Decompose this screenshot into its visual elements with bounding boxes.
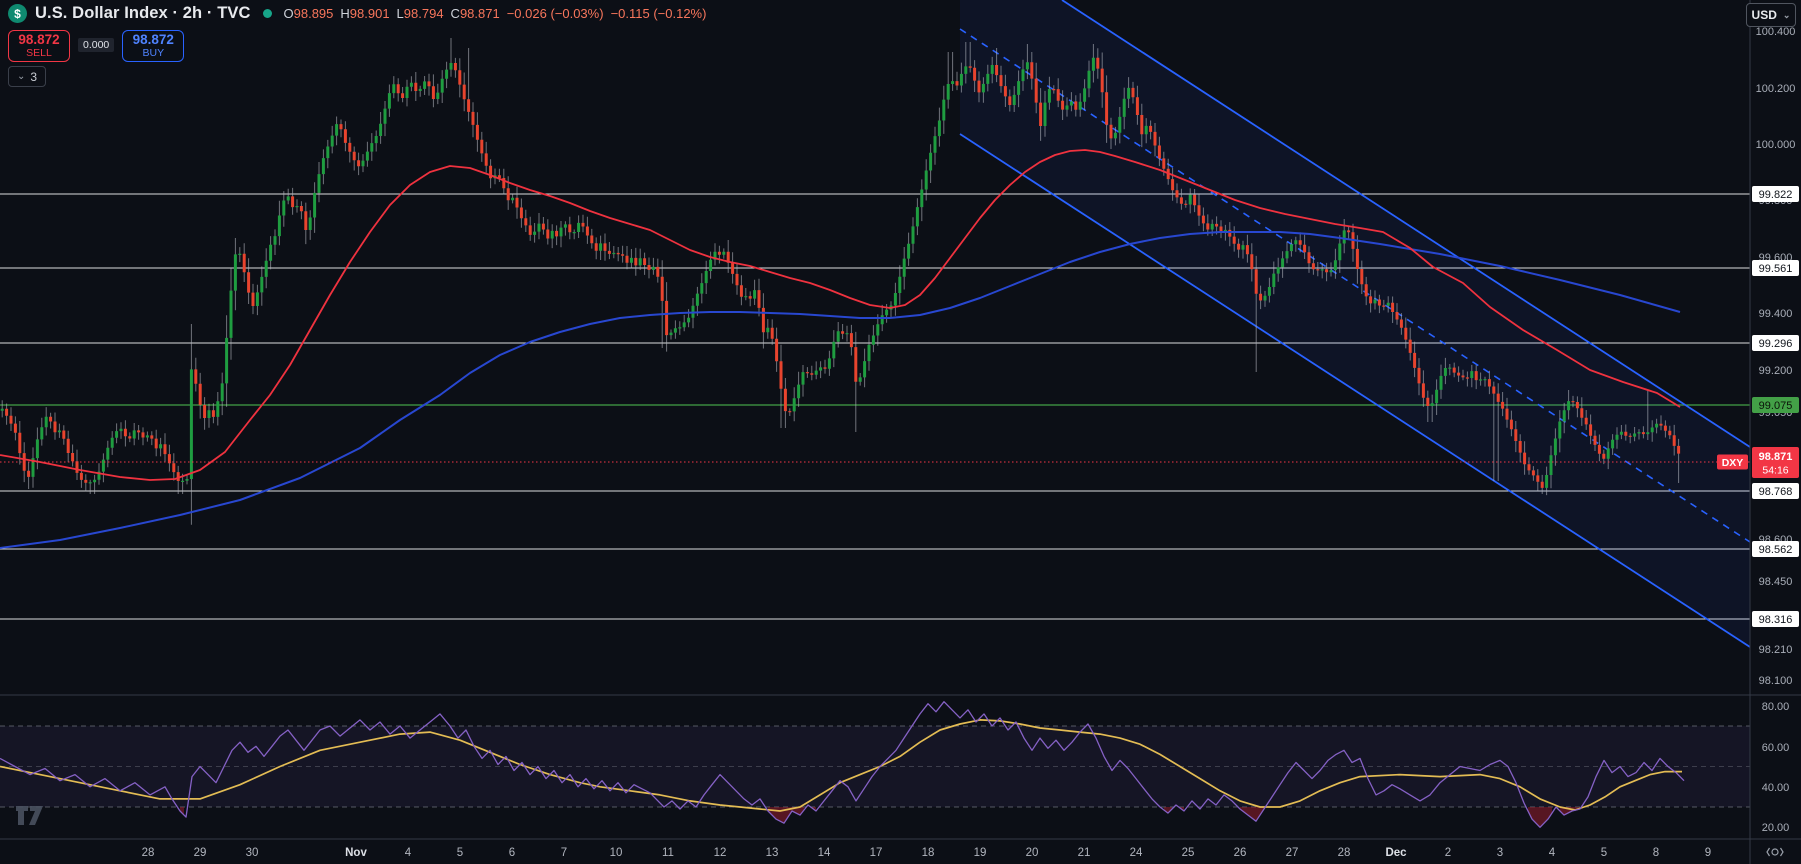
price-level-bubble: 99.075 [1752, 397, 1799, 413]
time-axis-label: 5 [457, 847, 463, 859]
bubble-text: 99.075 [1759, 400, 1793, 412]
time-axis-label: 25 [1182, 847, 1195, 859]
price-axis-label: 100.000 [1756, 139, 1796, 151]
bubble-text: 99.296 [1759, 338, 1793, 350]
symbol-title[interactable]: U.S. Dollar Index · 2h · TVC [35, 4, 251, 23]
chevron-down-icon: ⌄ [16, 71, 26, 82]
price-axis-label: 99.400 [1759, 308, 1793, 320]
price-axis-label: 100.200 [1756, 83, 1796, 95]
price-bubble-countdown: 54:16 [1762, 465, 1788, 477]
ohlc-low-label: L [396, 6, 404, 21]
ohlc-close-value: 98.871 [459, 6, 500, 21]
bubble-text: 99.561 [1759, 263, 1793, 275]
sell-button[interactable]: 98.872 SELL [8, 30, 70, 62]
rsi-axis-label: 40.00 [1762, 782, 1790, 794]
market-status-dot-icon[interactable] [262, 9, 272, 18]
objects-count: 3 [30, 69, 38, 84]
rsi-axis-label: 20.00 [1762, 822, 1790, 834]
price-level-bubble: 99.561 [1752, 260, 1799, 276]
time-axis-label: 3 [1497, 847, 1503, 859]
currency-label: USD [1751, 8, 1777, 22]
day-change: −0.115 (−0.12%) [610, 6, 707, 21]
ohlc-open-label: O [283, 6, 294, 21]
bubble-text: 99.822 [1759, 189, 1793, 201]
rsi-axis-label: 80.00 [1762, 701, 1790, 713]
time-axis-label: 20 [1026, 847, 1039, 859]
time-axis-label: 29 [194, 847, 207, 859]
price-level-bubble: 98.316 [1752, 611, 1799, 627]
time-axis-label: 18 [922, 847, 935, 859]
time-axis-label: Dec [1385, 847, 1407, 859]
time-axis-label: 19 [974, 847, 987, 859]
time-axis-label: 27 [1286, 847, 1299, 859]
ohlc-close-label: C [450, 6, 460, 21]
sell-price: 98.872 [18, 32, 60, 48]
time-axis-label: 13 [766, 847, 779, 859]
chart-canvas[interactable]: 100.400100.200100.00099.80099.60099.4009… [0, 0, 1801, 864]
ohlc-high-label: H [340, 6, 350, 21]
price-bubble-value: 98.871 [1759, 451, 1793, 463]
time-axis-label: 30 [246, 847, 259, 859]
time-axis-label: 5 [1601, 847, 1607, 859]
price-level-bubble: 99.822 [1752, 186, 1799, 202]
chevron-down-icon: ⌄ [1782, 9, 1791, 20]
sell-label: SELL [26, 46, 52, 59]
tradingview-logo-icon[interactable] [15, 805, 45, 832]
buy-label: BUY [142, 46, 165, 59]
ohlc-high-value: 98.901 [349, 6, 390, 21]
time-axis-label: 12 [714, 847, 727, 859]
symbol-header: $ U.S. Dollar Index · 2h · TVC O98.895 H… [8, 4, 706, 23]
bubble-text: 98.316 [1759, 614, 1793, 626]
time-axis-label: 10 [610, 847, 623, 859]
time-axis-label: 7 [561, 847, 567, 859]
time-axis-label: 2 [1445, 847, 1451, 859]
objects-collapse-button[interactable]: ⌄ 3 [8, 66, 46, 87]
ohlc-readout: O98.895 H98.901 L98.794 C98.871 −0.026 (… [284, 6, 707, 21]
time-axis-label: Nov [345, 847, 367, 859]
bubble-text: 98.562 [1759, 544, 1793, 556]
bubble-text: 98.768 [1759, 486, 1793, 498]
time-axis-label: 6 [509, 847, 515, 859]
buy-button[interactable]: 98.872 BUY [122, 30, 185, 62]
price-axis-label: 98.210 [1759, 644, 1793, 656]
ohlc-open-value: 98.895 [293, 6, 334, 21]
price-level-bubble: 99.296 [1752, 335, 1799, 351]
time-axis-label: 4 [405, 847, 412, 859]
time-axis-label: 17 [870, 847, 883, 859]
time-axis-label: 21 [1078, 847, 1091, 859]
symbol-logo-icon: $ [8, 4, 27, 23]
price-axis-label: 98.450 [1759, 576, 1793, 588]
price-axis-label: 100.400 [1756, 26, 1796, 38]
symbol-tag-text: DXY [1722, 457, 1744, 469]
bar-change: −0.026 (−0.03%) [506, 6, 604, 21]
time-axis-label: 28 [1338, 847, 1351, 859]
time-axis-label: 24 [1130, 847, 1143, 859]
price-level-bubble: 98.768 [1752, 483, 1799, 499]
trade-panel: 98.872 SELL 0.000 98.872 BUY [8, 30, 185, 62]
tradingview-chart-window: 100.400100.200100.00099.80099.60099.4009… [0, 0, 1801, 864]
time-axis-label: 26 [1234, 847, 1247, 859]
currency-button[interactable]: USD ⌄ [1746, 3, 1796, 27]
buy-price: 98.872 [132, 32, 174, 48]
rsi-axis-label: 60.00 [1762, 742, 1790, 754]
time-axis-label: 11 [662, 847, 674, 859]
price-axis-label: 99.200 [1759, 365, 1793, 377]
time-axis-label: 8 [1653, 847, 1659, 859]
time-axis-label: 9 [1705, 847, 1711, 859]
time-axis-label: 28 [142, 847, 155, 859]
spread-value: 0.000 [78, 38, 115, 52]
time-axis-label: 4 [1549, 847, 1556, 859]
ohlc-low-value: 98.794 [403, 6, 444, 21]
time-axis-label: 14 [818, 847, 831, 859]
price-axis-label: 98.100 [1759, 675, 1793, 687]
price-level-bubble: 98.562 [1752, 541, 1799, 557]
